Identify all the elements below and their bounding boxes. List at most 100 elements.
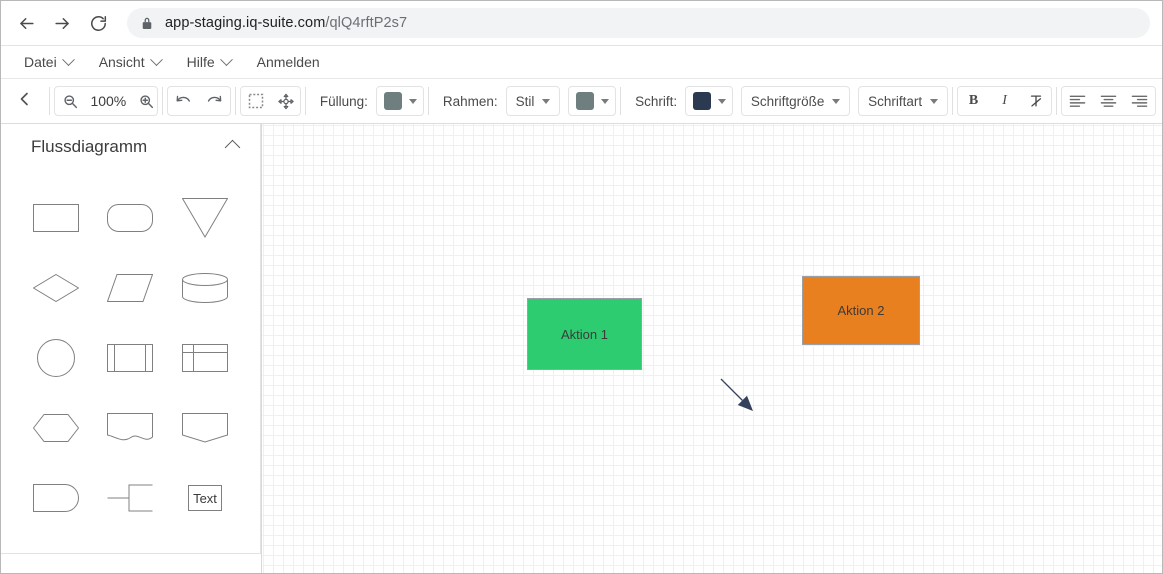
text-align-group — [1061, 86, 1157, 116]
shape-rounded-rectangle[interactable] — [93, 192, 167, 244]
font-family-label: Schriftart — [868, 93, 923, 109]
panel-title: Flussdiagramm — [31, 137, 148, 156]
shape-off-page-connector[interactable] — [93, 472, 167, 524]
toolbar-divider — [427, 87, 429, 115]
redo-button[interactable] — [199, 87, 230, 115]
shape-parallelogram[interactable] — [93, 262, 167, 314]
chevron-down-icon — [219, 52, 233, 66]
node-label: Aktion 1 — [561, 326, 608, 342]
url-text: app-staging.iq-suite.com/qlQ4rftP2s7 — [165, 15, 407, 31]
url-domain: app-staging.iq-suite.com — [165, 15, 326, 31]
editor-toolbar: 100% Füllung: Rahmen: Stil Schrift: Schr… — [1, 79, 1162, 124]
shape-cylinder[interactable] — [168, 262, 242, 314]
zoom-in-button[interactable] — [131, 87, 157, 115]
browser-window: app-staging.iq-suite.com/qlQ4rftP2s7 Dat… — [0, 0, 1163, 574]
chevron-down-icon — [601, 98, 610, 104]
flowchart-panel-header[interactable]: Flussdiagramm — [1, 124, 260, 170]
diagram-node-aktion-1[interactable]: Aktion 1 — [527, 298, 642, 370]
border-style-dropdown[interactable]: Stil — [505, 86, 561, 116]
undo-button[interactable] — [168, 87, 199, 115]
bold-button[interactable]: B — [958, 87, 989, 115]
shape-predefined-process[interactable] — [93, 332, 167, 384]
svg-text:Text: Text — [193, 491, 217, 506]
font-size-label: Schriftgröße — [750, 93, 825, 109]
font-family-dropdown[interactable]: Schriftart — [858, 86, 949, 116]
toolbar-divider — [162, 87, 164, 115]
border-color-swatch[interactable] — [576, 92, 595, 110]
shape-extract[interactable] — [168, 402, 242, 454]
border-label: Rahmen: — [442, 93, 498, 109]
align-right-button[interactable] — [1124, 87, 1155, 115]
forward-button[interactable] — [47, 8, 77, 38]
clear-formatting-button[interactable] — [1020, 87, 1051, 115]
shape-hexagon[interactable] — [19, 402, 93, 454]
shape-document[interactable] — [93, 402, 167, 454]
shape-circle[interactable] — [19, 332, 93, 384]
menu-item-anmelden[interactable]: Anmelden — [244, 50, 333, 74]
chevron-down-icon — [408, 98, 417, 104]
address-bar[interactable]: app-staging.iq-suite.com/qlQ4rftP2s7 — [127, 8, 1150, 38]
zoom-level-label[interactable]: 100% — [85, 93, 131, 109]
lock-icon — [141, 16, 153, 30]
italic-button[interactable]: I — [989, 87, 1020, 115]
app-menubar: Datei Ansicht Hilfe Anmelden — [1, 46, 1162, 79]
fill-label: Füllung: — [319, 93, 368, 109]
toolbar-divider — [49, 87, 51, 115]
reload-button[interactable] — [83, 8, 113, 38]
font-color-picker[interactable] — [685, 86, 734, 116]
toolbar-divider — [304, 87, 306, 115]
url-path: /qlQ4rftP2s7 — [325, 15, 408, 31]
history-group — [167, 86, 232, 116]
align-center-button[interactable] — [1093, 87, 1124, 115]
zoom-out-button[interactable] — [55, 87, 85, 115]
browser-toolbar: app-staging.iq-suite.com/qlQ4rftP2s7 — [1, 1, 1162, 46]
chevron-down-icon — [61, 52, 75, 66]
toolbar-divider — [1056, 87, 1058, 115]
toolbar-divider — [620, 87, 622, 115]
mouse-pointer-arrow — [720, 378, 753, 411]
chevron-down-icon — [718, 98, 727, 104]
diagram-node-aktion-2[interactable]: Aktion 2 — [802, 276, 920, 345]
font-size-dropdown[interactable]: Schriftgröße — [740, 86, 851, 116]
chevron-down-icon — [542, 98, 551, 104]
chevron-left-icon — [18, 91, 32, 112]
diagram-canvas[interactable]: Aktion 1 Aktion 2 — [262, 124, 1162, 573]
font-label: Schrift: — [635, 93, 678, 109]
fill-color-swatch[interactable] — [383, 92, 402, 110]
menu-item-ansicht[interactable]: Ansicht — [86, 50, 174, 74]
flowchart-panel: Flussdiagramm Text — [1, 124, 261, 554]
menu-label-ansicht: Ansicht — [98, 54, 145, 70]
shape-triangle-down[interactable] — [168, 192, 242, 244]
chevron-up-icon[interactable] — [224, 139, 241, 155]
zoom-group: 100% — [54, 86, 159, 116]
editor-body: Flussdiagramm Text Aktion 1 Aktion 2 — [1, 124, 1162, 573]
toolbar-divider — [235, 87, 237, 115]
align-left-button[interactable] — [1062, 87, 1093, 115]
fill-color-picker[interactable] — [375, 86, 424, 116]
menu-item-hilfe[interactable]: Hilfe — [174, 50, 244, 74]
shape-internal-storage[interactable] — [168, 332, 242, 384]
node-label: Aktion 2 — [837, 303, 885, 318]
menu-label-anmelden: Anmelden — [256, 54, 320, 70]
shape-grid: Text — [1, 170, 260, 524]
menu-item-datei[interactable]: Datei — [11, 50, 86, 74]
text-style-group: B I — [957, 86, 1053, 116]
border-color-picker[interactable] — [568, 86, 617, 116]
back-button[interactable] — [11, 8, 41, 38]
shape-diamond[interactable] — [19, 262, 93, 314]
menu-label-datei: Datei — [24, 54, 57, 70]
select-group — [240, 86, 301, 116]
font-color-swatch[interactable] — [693, 92, 712, 110]
shape-rectangle[interactable] — [19, 192, 93, 244]
toolbar-divider — [952, 87, 954, 115]
collapse-sidebar-button[interactable] — [5, 79, 45, 123]
pan-move-button[interactable] — [271, 87, 300, 115]
chevron-down-icon — [930, 98, 939, 104]
menu-label-hilfe: Hilfe — [186, 54, 215, 70]
shape-delay[interactable] — [19, 472, 93, 524]
chevron-down-icon — [149, 52, 163, 66]
shape-text[interactable]: Text — [168, 472, 242, 524]
shapes-sidebar: Flussdiagramm Text — [1, 124, 262, 573]
marquee-select-button[interactable] — [241, 87, 271, 115]
border-style-label: Stil — [515, 93, 535, 109]
